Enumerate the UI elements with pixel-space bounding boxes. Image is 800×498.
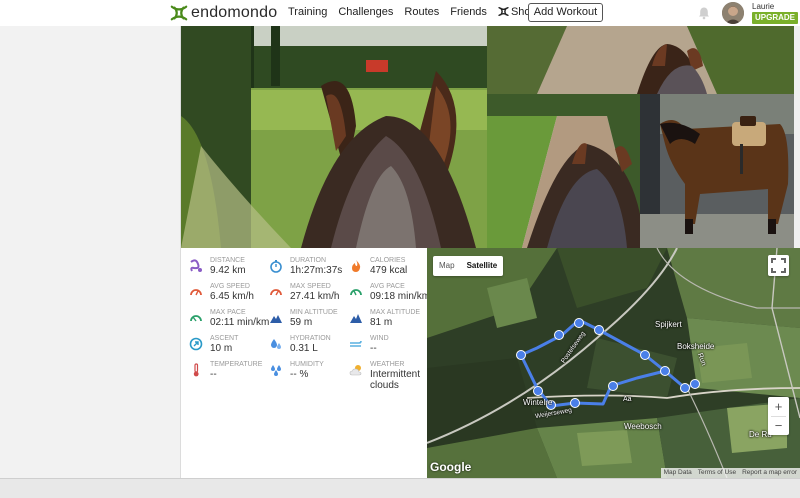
- map-place-label: Spijkert: [655, 320, 682, 329]
- stat-value: 6.45 km/h: [210, 291, 254, 302]
- stat-value: -- %: [290, 369, 309, 380]
- logo-text: endomondo: [191, 4, 278, 21]
- speed-gauge-icon: [270, 289, 282, 296]
- stat-value: Intermittent clouds: [370, 369, 421, 391]
- google-logo[interactable]: Google: [430, 460, 471, 474]
- stat-value: 27.41 km/h: [290, 291, 340, 302]
- stat-label: MAX PACE: [210, 309, 246, 316]
- zoom-out-button[interactable]: −: [768, 416, 789, 435]
- satellite-map-image: [427, 248, 800, 478]
- pace-gauge-icon: [190, 315, 202, 322]
- bottom-strip: [0, 478, 800, 498]
- fullscreen-icon: [771, 258, 786, 273]
- stat-value: --: [210, 369, 217, 380]
- mountain-icon: [350, 314, 362, 323]
- photo-2-image: [487, 26, 794, 94]
- fullscreen-button[interactable]: [768, 255, 789, 276]
- pace-gauge-icon: [350, 289, 362, 296]
- workout-photo-1[interactable]: [181, 26, 487, 248]
- wind-icon: [350, 340, 362, 347]
- top-navigation-bar: endomondo Training Challenges Routes Fri…: [0, 0, 800, 26]
- user-name: Laurie: [752, 2, 775, 11]
- workout-photo-3[interactable]: [487, 94, 640, 248]
- map-attribution-bar: Map Data Terms of Use Report a map error: [660, 468, 800, 478]
- stat-label: AVG PACE: [370, 283, 405, 290]
- stat-label: MAX SPEED: [290, 283, 331, 290]
- map-type-toggle: Map Satellite: [433, 256, 504, 276]
- stat-value: 81 m: [370, 317, 393, 328]
- report-map-error-link[interactable]: Report a map error: [739, 468, 800, 478]
- avatar-photo: [722, 2, 744, 24]
- stat-value: 0.31 L: [290, 343, 318, 354]
- photo-3-image: [487, 94, 640, 248]
- map-place-label: Aa: [623, 396, 632, 403]
- nav-friends[interactable]: Friends: [450, 6, 487, 18]
- stat-label: MAX ALTITUDE: [370, 309, 421, 316]
- thermometer-icon: [193, 363, 199, 377]
- workout-photo-4[interactable]: [640, 94, 794, 248]
- stat-value: 479 kcal: [370, 265, 408, 276]
- map-type-map-button[interactable]: Map: [433, 256, 461, 276]
- upgrade-button[interactable]: UPGRADE: [752, 12, 798, 24]
- main-nav: Training Challenges Routes Friends Shop: [288, 6, 548, 18]
- nav-routes[interactable]: Routes: [404, 6, 439, 18]
- humidity-icon: [271, 365, 281, 376]
- stat-value: 10 m: [210, 343, 233, 354]
- workout-stats-panel: DISTANCE 9.42 km DURATION 1h:27m:37s CAL…: [181, 248, 431, 478]
- stat-label: HUMIDITY: [290, 361, 324, 368]
- stat-value: 9.42 km: [210, 265, 246, 276]
- left-sidebar-blank: [0, 26, 181, 480]
- stat-value: 09:18 min/km: [370, 291, 431, 302]
- water-drop-icon: [271, 339, 281, 349]
- speed-gauge-icon: [190, 289, 202, 296]
- workout-photo-2[interactable]: [487, 26, 794, 94]
- stat-label: HYDRATION: [290, 335, 331, 342]
- nav-training[interactable]: Training: [288, 6, 327, 18]
- zoom-divider: [771, 416, 786, 417]
- weather-cloud-icon: [349, 365, 362, 376]
- stopwatch-icon: [270, 260, 282, 273]
- stat-label: WIND: [370, 335, 389, 342]
- stat-label: ASCENT: [210, 335, 239, 342]
- under-armour-icon: [498, 7, 509, 16]
- stat-label: DISTANCE: [210, 257, 245, 264]
- mountain-icon: [270, 315, 282, 323]
- map-data-link[interactable]: Map Data: [661, 468, 695, 478]
- stat-label: CALORIES: [370, 257, 406, 264]
- map-type-satellite-button[interactable]: Satellite: [461, 256, 504, 276]
- stat-value: 02:11 min/km: [210, 317, 270, 328]
- ascent-icon: [189, 337, 203, 351]
- stat-value: --: [370, 343, 377, 354]
- stat-value: 59 m: [290, 317, 313, 328]
- stat-label: AVG SPEED: [210, 283, 250, 290]
- zoom-in-button[interactable]: +: [768, 397, 789, 416]
- stat-label: MIN ALTITUDE: [290, 309, 338, 316]
- app-window: endomondo Training Challenges Routes Fri…: [0, 0, 800, 498]
- map-place-label: Weebosch: [624, 422, 662, 431]
- stat-label: TEMPERATURE: [210, 361, 263, 368]
- under-armour-logo-icon: [170, 5, 188, 21]
- photo-4-image: [640, 94, 794, 248]
- stat-value: 1h:27m:37s: [290, 265, 343, 276]
- notifications-bell-icon[interactable]: [697, 6, 711, 20]
- add-workout-button[interactable]: Add Workout: [528, 3, 603, 22]
- map-place-label: Wintelre: [523, 398, 553, 407]
- stat-label: DURATION: [290, 257, 327, 264]
- nav-challenges[interactable]: Challenges: [338, 6, 393, 18]
- distance-icon: [190, 259, 202, 272]
- user-avatar[interactable]: [722, 2, 744, 24]
- route-map[interactable]: Map Satellite Spijkert Boksheide Weebosc…: [427, 248, 800, 478]
- stat-label: WEATHER: [370, 361, 405, 368]
- flame-icon: [352, 260, 361, 272]
- photo-1-image: [181, 26, 487, 248]
- terms-of-use-link[interactable]: Terms of Use: [695, 468, 739, 478]
- map-place-label: Boksheide: [677, 342, 715, 351]
- endomondo-logo[interactable]: endomondo: [170, 4, 277, 22]
- map-zoom-control: + −: [768, 397, 789, 435]
